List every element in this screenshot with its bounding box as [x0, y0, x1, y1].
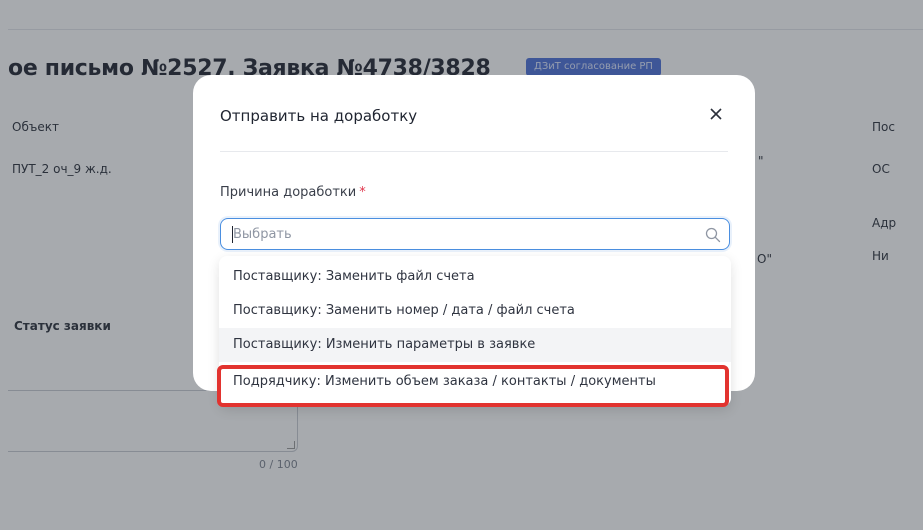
reason-select-input[interactable] [233, 224, 693, 244]
modal-divider [220, 151, 728, 152]
option-contractor-change-order[interactable]: Подрядчику: Изменить объем заказа / конт… [219, 365, 731, 399]
option-replace-invoice-file[interactable]: Поставщику: Заменить файл счета [219, 260, 731, 294]
reason-select[interactable] [220, 218, 730, 250]
option-replace-invoice-number-date-file[interactable]: Поставщику: Заменить номер / дата / файл… [219, 294, 731, 328]
modal-title: Отправить на доработку [220, 107, 418, 125]
app-screen: ое письмо №2527. Заявка №4738/3828 ДЗиТ … [0, 0, 923, 530]
required-mark: * [359, 185, 366, 200]
search-icon[interactable] [704, 226, 722, 244]
reason-label: Причина доработки * [220, 185, 366, 200]
close-icon[interactable] [704, 102, 728, 126]
option-change-request-params[interactable]: Поставщику: Изменить параметры в заявке [219, 328, 731, 362]
reason-dropdown-list: Поставщику: Заменить файл счета Поставщи… [219, 256, 731, 406]
reason-label-text: Причина доработки [220, 185, 357, 200]
text-cursor [232, 226, 233, 243]
